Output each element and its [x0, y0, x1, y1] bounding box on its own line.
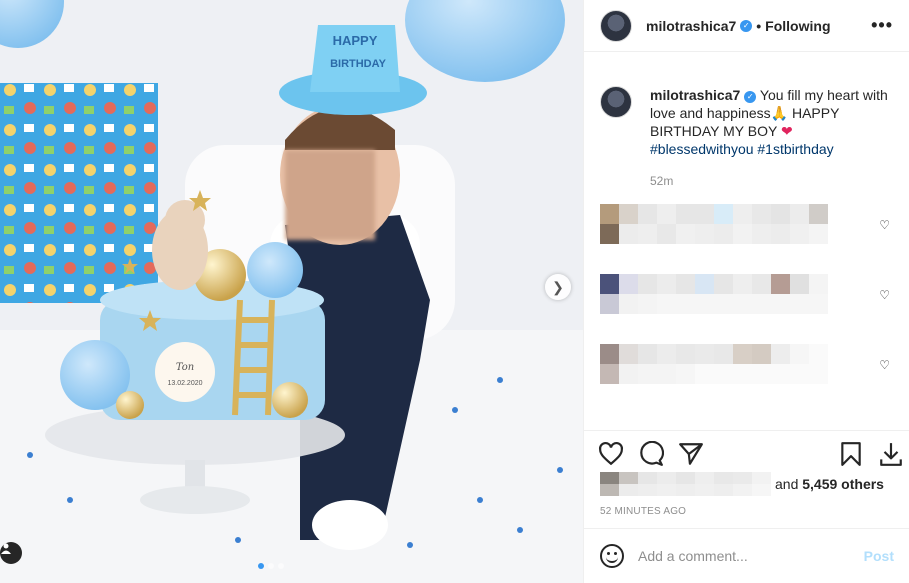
bookmark-icon[interactable] — [838, 441, 864, 467]
download-icon[interactable] — [878, 441, 904, 467]
like-comment-heart-icon[interactable]: ♡ — [879, 358, 890, 372]
tagged-users-button[interactable] — [0, 542, 22, 564]
pray-emoji-icon: 🙏 — [770, 105, 789, 121]
blurred-likers — [600, 472, 771, 496]
likes-summary: and 5,459 others — [600, 472, 884, 496]
user-tag-icon — [1, 543, 11, 554]
carousel-dot — [268, 563, 274, 569]
cake-plaque-date: 13.02.2020 — [167, 380, 202, 387]
blurred-comment-content — [600, 274, 828, 314]
post-header: milotrashica7 ✓ • Following ••• — [584, 0, 909, 52]
cake-plaque-name: Ton — [176, 362, 194, 373]
emoji-smiley-icon[interactable] — [600, 544, 624, 568]
share-paper-plane-icon[interactable] — [678, 441, 704, 467]
likes-others-count[interactable]: 5,459 others — [802, 476, 884, 492]
like-comment-heart-icon[interactable]: ♡ — [879, 288, 890, 302]
carousel-dot — [258, 563, 264, 569]
blurred-comment-content — [600, 344, 828, 384]
comment-bubble-icon[interactable] — [638, 441, 664, 467]
birthday-photo-illustration: HAPPY BIRTHDAY Ton 13.02.2020 — [0, 0, 583, 583]
heart-icon[interactable] — [598, 441, 624, 467]
like-comment-heart-icon[interactable]: ♡ — [879, 218, 890, 232]
following-button[interactable]: Following — [765, 18, 830, 34]
red-heart-emoji-icon: ❤ — [780, 123, 793, 139]
avatar[interactable] — [600, 86, 632, 118]
comment-item: ♡ — [600, 204, 900, 248]
comment-item: ♡ — [600, 344, 900, 388]
hat-text-bottom: BIRTHDAY — [330, 58, 386, 70]
caption-text: milotrashica7 ✓ You fill my heart with lo… — [650, 86, 900, 158]
more-options-icon[interactable]: ••• — [871, 15, 893, 36]
header-username[interactable]: milotrashica7 — [646, 18, 736, 34]
chevron-right-icon: ❯ — [552, 278, 564, 295]
carousel-indicator — [258, 563, 284, 569]
likes-text[interactable]: and 5,459 others — [775, 476, 884, 492]
post-sidebar: milotrashica7 ✓ • Following ••• milotras… — [583, 0, 909, 583]
avatar[interactable] — [600, 9, 632, 42]
verified-badge-icon: ✓ — [740, 19, 753, 32]
add-comment-bar: Post — [584, 528, 909, 583]
comment-item: ♡ — [600, 274, 900, 318]
caption-time: 52m — [650, 174, 674, 188]
caption-username[interactable]: milotrashica7 — [650, 87, 740, 103]
post-photo[interactable]: HAPPY BIRTHDAY Ton 13.02.2020 ❯ — [0, 0, 583, 583]
verified-badge-icon: ✓ — [744, 91, 757, 103]
caption-hashtags[interactable]: #blessedwithyou #1stbirthday — [650, 141, 834, 157]
caption: milotrashica7 ✓ You fill my heart with lo… — [600, 86, 900, 158]
carousel-dot — [278, 563, 284, 569]
likes-and: and — [775, 476, 803, 492]
comment-input[interactable] — [638, 548, 858, 564]
header-separator: • — [756, 17, 762, 34]
post-timestamp: 52 MINUTES AGO — [600, 506, 687, 517]
post-comment-button[interactable]: Post — [864, 548, 894, 564]
blurred-comment-content — [600, 204, 828, 244]
next-photo-button[interactable]: ❯ — [545, 274, 571, 300]
action-bar — [584, 430, 909, 474]
hat-text-top: HAPPY — [333, 33, 378, 48]
